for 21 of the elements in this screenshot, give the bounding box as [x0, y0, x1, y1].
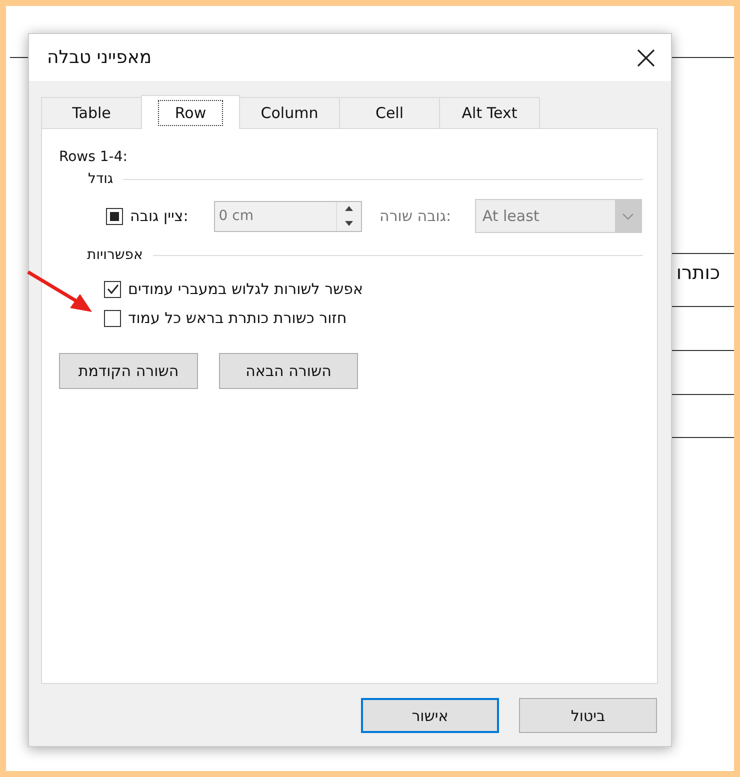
group-title: אפשרויות: [87, 247, 143, 263]
specify-height-label: ציין גובה:: [130, 207, 188, 225]
tab[interactable]: Table: [41, 97, 142, 128]
tab[interactable]: Row: [141, 95, 240, 129]
close-icon[interactable]: [637, 48, 655, 66]
dialog-button[interactable]: אישור: [361, 698, 499, 733]
checkbox[interactable]: [106, 208, 123, 224]
checkbox[interactable]: [104, 310, 121, 326]
row-height-label: גובה שורה:: [380, 207, 452, 225]
window-title: מאפייני טבלה: [47, 47, 152, 68]
group-title: גודל: [88, 171, 114, 187]
option-label: אפשר לשורות לגלוש במעברי עמודים: [128, 280, 364, 298]
table-heading-text: כותרו: [676, 262, 720, 284]
chevron-down-icon: [622, 212, 634, 220]
tab[interactable]: Alt Text: [439, 97, 540, 128]
dialog-button[interactable]: ביטול: [519, 698, 657, 733]
option-label: חזור כשורת כותרת בראש כל עמוד: [128, 309, 347, 327]
checkbox[interactable]: [104, 280, 121, 298]
rows-label: Rows 1-4:: [59, 149, 128, 165]
row-nav-button[interactable]: השורה הקודמת: [59, 353, 198, 389]
row-nav-button[interactable]: השורה הבאה: [219, 353, 358, 389]
